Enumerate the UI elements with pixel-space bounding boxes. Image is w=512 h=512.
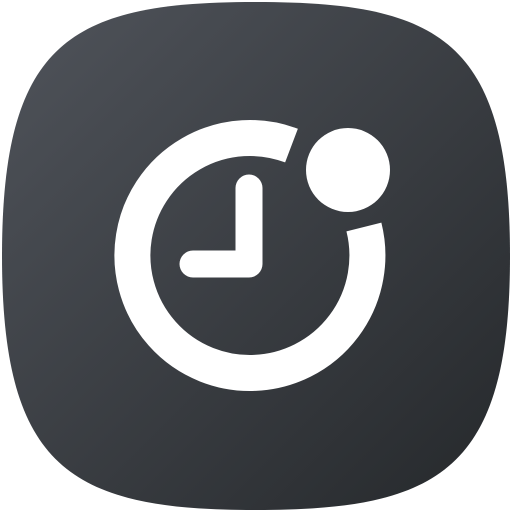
app-icon[interactable] [0,0,512,512]
notification-dot-icon [306,128,390,212]
app-icon-canvas [0,0,512,512]
